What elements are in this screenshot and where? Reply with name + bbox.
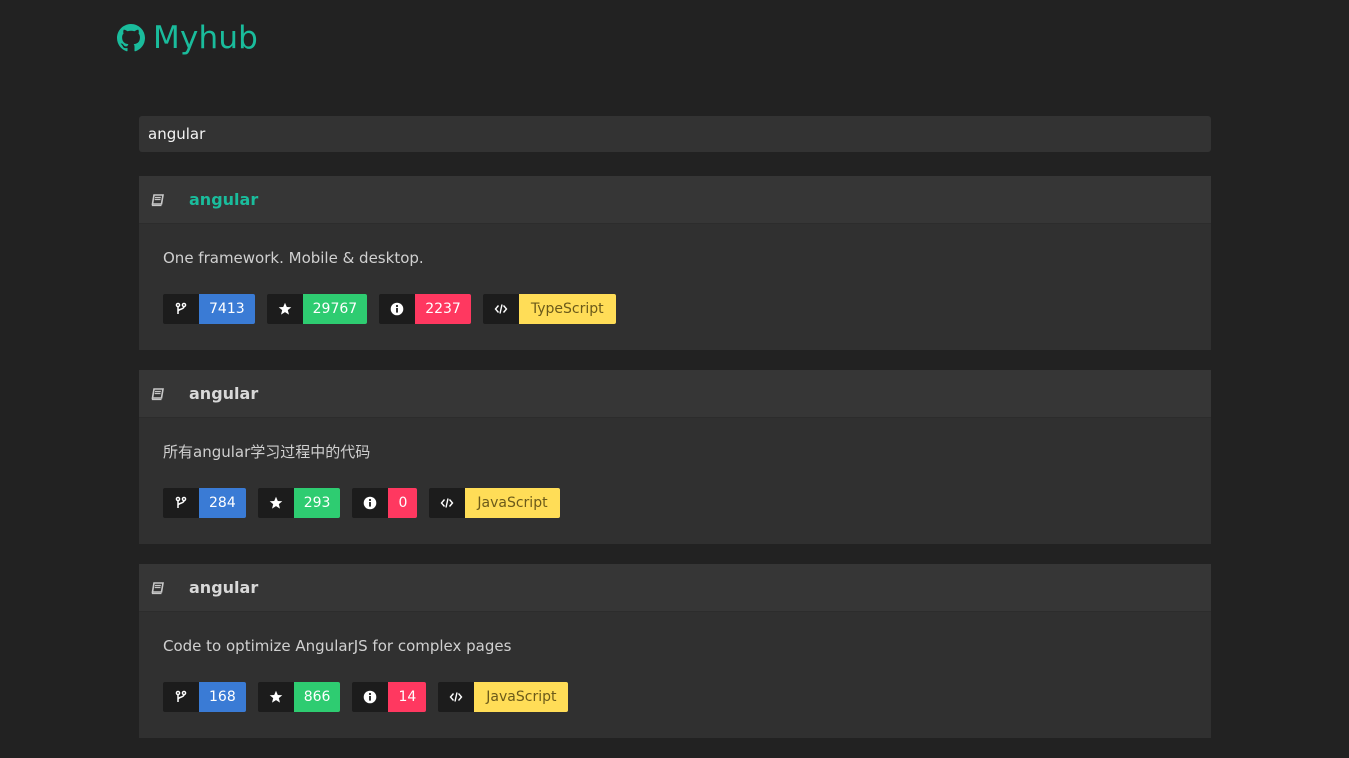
star-icon (266, 294, 303, 324)
repo-description: 所有angular学习过程中的代码 (163, 443, 371, 461)
results-list: angular One framework. Mobile & desktop.… (139, 176, 1211, 758)
fork-icon (163, 682, 199, 712)
forks-count: 284 (199, 488, 246, 518)
info-icon (379, 294, 416, 324)
repo-card-header: angular (139, 564, 1211, 612)
book-icon (151, 581, 165, 595)
repo-card: angular Code to optimize AngularJS for c… (139, 564, 1211, 738)
repo-stats: 168 866 14 JavaScript (163, 682, 1211, 712)
repo-card-header: angular (139, 370, 1211, 418)
language-badge: JavaScript (429, 488, 560, 518)
repo-name-link[interactable]: angular (189, 190, 258, 209)
stars-count: 866 (293, 682, 341, 712)
star-icon (257, 682, 294, 712)
issues-badge: 0 (352, 488, 418, 518)
language-badge: JavaScript (438, 682, 569, 712)
code-icon (438, 682, 475, 712)
github-icon (117, 24, 145, 52)
stars-badge: 29767 (266, 294, 368, 324)
repo-card: angular One framework. Mobile & desktop.… (139, 176, 1211, 350)
repo-card-header: angular (139, 176, 1211, 224)
brand-name: Myhub (153, 20, 259, 56)
issues-count: 0 (388, 488, 418, 518)
issues-badge: 2237 (379, 294, 471, 324)
repo-stats: 284 293 0 JavaScript (163, 488, 1211, 518)
repo-description: Code to optimize AngularJS for complex p… (163, 637, 512, 655)
forks-count: 168 (199, 682, 246, 712)
repo-description: One framework. Mobile & desktop. (163, 249, 424, 267)
star-icon (257, 488, 294, 518)
code-icon (482, 294, 519, 324)
stars-badge: 866 (257, 682, 341, 712)
book-icon (151, 193, 165, 207)
repo-stats: 7413 29767 2237 TypeScript (163, 294, 1211, 324)
language-label: JavaScript (474, 682, 569, 712)
fork-icon (163, 488, 199, 518)
issues-count: 2237 (415, 294, 471, 324)
language-label: TypeScript (518, 294, 616, 324)
brand-logo[interactable]: Myhub (117, 18, 258, 58)
code-icon (429, 488, 466, 518)
search-input[interactable] (139, 116, 1211, 152)
repo-name-link[interactable]: angular (189, 384, 258, 403)
forks-badge: 284 (163, 488, 246, 518)
stars-count: 29767 (302, 294, 368, 324)
fork-icon (163, 294, 199, 324)
language-badge: TypeScript (482, 294, 616, 324)
repo-name-link[interactable]: angular (189, 578, 258, 597)
book-icon (151, 387, 165, 401)
forks-count: 7413 (199, 294, 255, 324)
forks-badge: 168 (163, 682, 246, 712)
info-icon (352, 682, 389, 712)
stars-badge: 293 (257, 488, 341, 518)
stars-count: 293 (293, 488, 341, 518)
issues-badge: 14 (352, 682, 427, 712)
issues-count: 14 (388, 682, 427, 712)
forks-badge: 7413 (163, 294, 255, 324)
repo-card: angular 所有angular学习过程中的代码 284 293 0 Java… (139, 370, 1211, 544)
language-label: JavaScript (465, 488, 560, 518)
info-icon (352, 488, 389, 518)
